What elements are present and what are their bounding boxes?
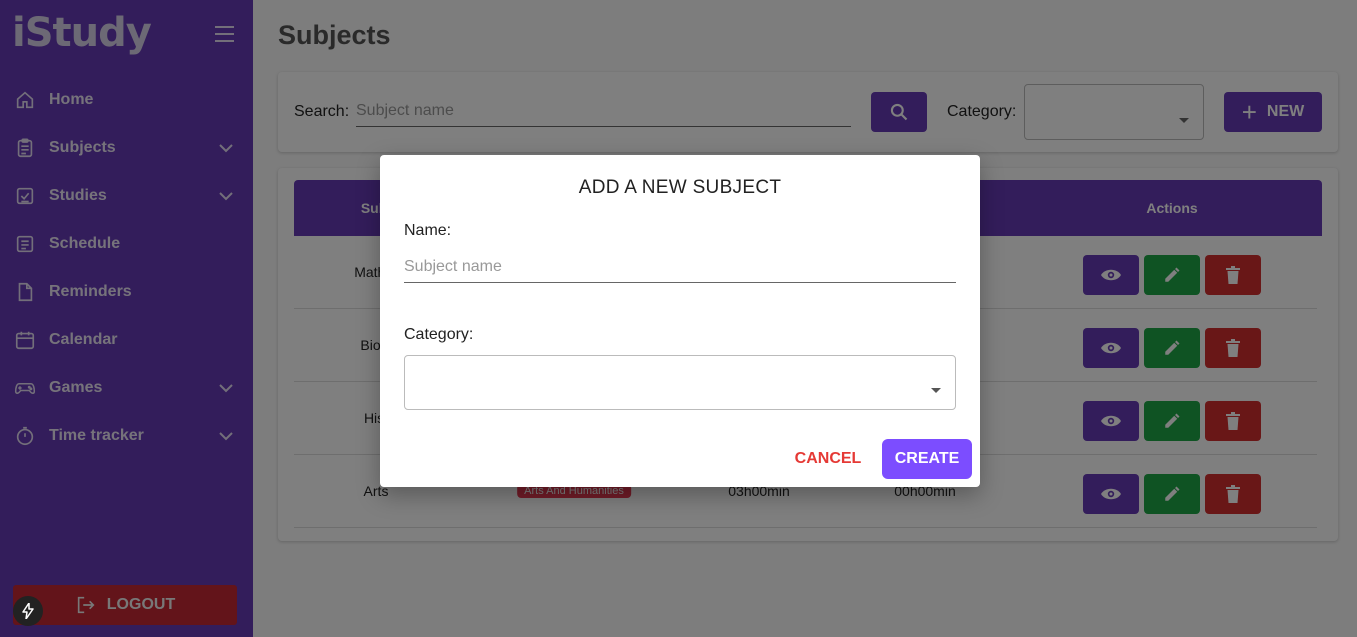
subject-name-input[interactable] <box>404 251 956 283</box>
bolt-icon[interactable] <box>13 596 43 626</box>
add-subject-dialog: ADD A NEW SUBJECT Name: Category: CANCEL… <box>380 155 980 487</box>
category-select[interactable] <box>404 355 956 410</box>
dialog-title: ADD A NEW SUBJECT <box>578 177 782 198</box>
cancel-button[interactable]: CANCEL <box>788 439 868 479</box>
create-button[interactable]: CREATE <box>882 439 972 479</box>
category-label: Category: <box>404 326 474 343</box>
dropdown-caret-icon <box>931 380 941 398</box>
name-label: Name: <box>404 222 452 239</box>
